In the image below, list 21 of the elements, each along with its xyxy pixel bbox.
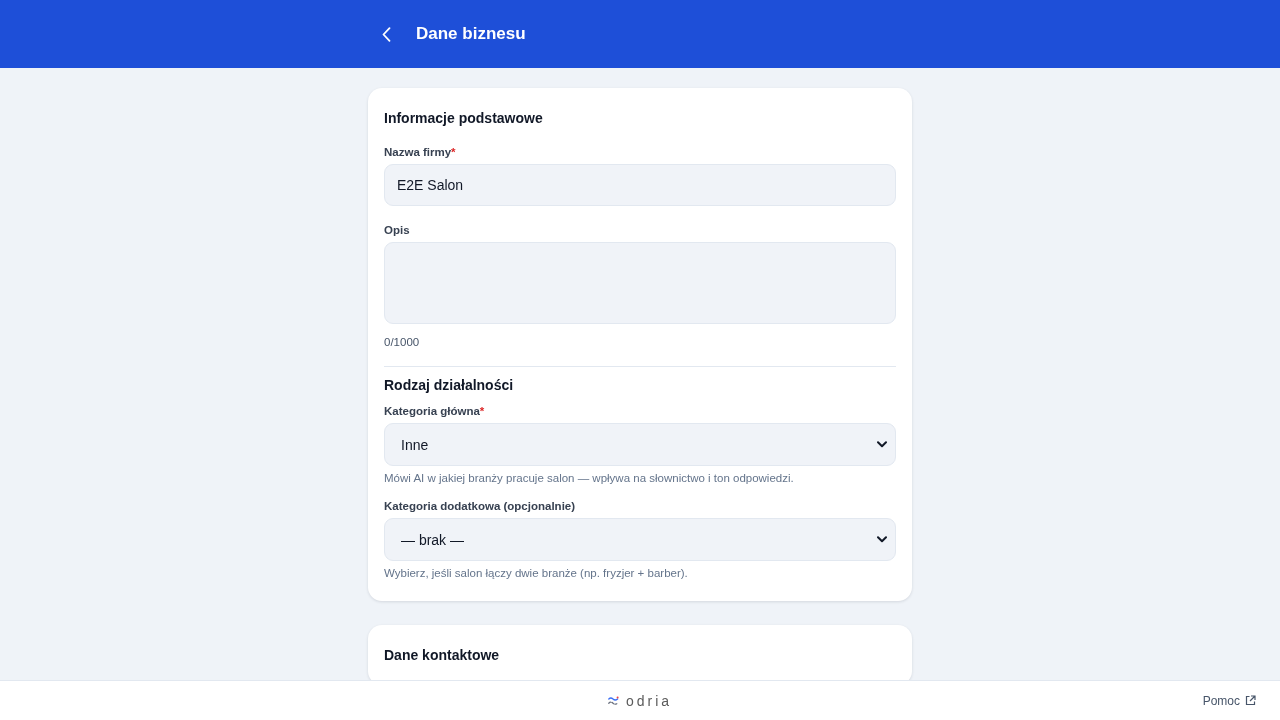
section-heading: Rodzaj działalności	[384, 376, 515, 395]
field-label: Kategoria główna*	[384, 404, 486, 419]
character-counter: 0/1000	[384, 335, 421, 350]
external-link-icon	[1245, 695, 1256, 706]
field-hint: Mówi AI w jakiej branży pracuje salon — wpływa na słownictwo i ton odpowiedzi.	[384, 471, 795, 486]
field-label: Opis	[384, 223, 411, 238]
logo-icon	[607, 695, 619, 706]
help-link[interactable]: Pomoc	[1202, 693, 1256, 708]
text-input[interactable]: E2E Salon	[384, 164, 896, 206]
page-title: Dane biznesu	[416, 23, 526, 45]
chevron-down-icon	[877, 441, 887, 448]
chevron-left-icon	[381, 26, 391, 42]
card-title: Informacje podstawowe	[384, 109, 544, 128]
field-label: Kategoria dodatkowa (opcjonalnie)	[384, 499, 577, 514]
field-label: Nazwa firmy*	[384, 145, 457, 160]
select-field[interactable]: — brak —	[384, 518, 896, 561]
field-hint: Wybierz, jeśli salon łączy dwie branże (np. fryzjer + barber).	[384, 566, 689, 581]
select-field[interactable]: Inne	[384, 423, 896, 466]
card-title: Dane kontaktowe	[384, 646, 501, 665]
logo-text: odria	[625, 692, 673, 709]
chevron-down-icon	[877, 536, 887, 543]
